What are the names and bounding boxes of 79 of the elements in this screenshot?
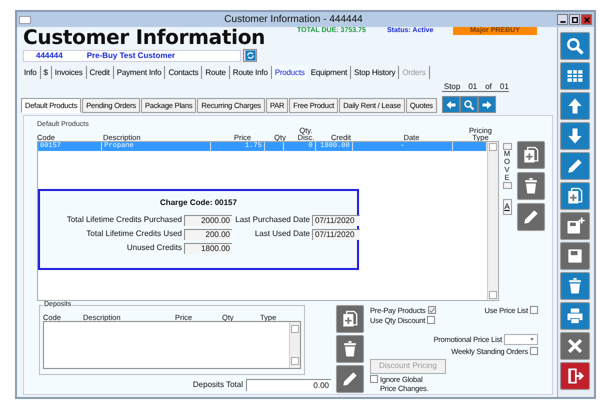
total-field[interactable]: 0.00: [246, 379, 331, 391]
value-field[interactable]: 07/11/2020: [312, 214, 360, 226]
edit-button[interactable]: [517, 203, 545, 231]
field-label: Last Purchased Date: [234, 215, 310, 225]
scrollbar[interactable]: [289, 322, 300, 368]
grid-button[interactable]: [560, 62, 590, 90]
field-label: Unused Credits: [126, 243, 182, 253]
tab[interactable]: $: [40, 66, 52, 79]
window-title: Customer Information - 444444: [223, 14, 364, 26]
checkbox[interactable]: [530, 306, 538, 314]
next-button[interactable]: [478, 96, 496, 113]
stop-label: Stop: [444, 83, 460, 91]
tab[interactable]: Stop History: [351, 66, 400, 79]
close-icon: [582, 16, 590, 24]
tab[interactable]: Products: [272, 65, 308, 80]
add-button[interactable]: [517, 141, 545, 169]
right-arrow-icon: [480, 98, 493, 110]
value-field[interactable]: 2000.00: [184, 214, 232, 226]
value-field[interactable]: 1800.00: [184, 242, 232, 254]
tab[interactable]: Route: [202, 66, 230, 79]
save-button[interactable]: [560, 242, 590, 270]
customer-name: Pre-Buy Test Customer: [86, 50, 176, 60]
close-icon: [565, 336, 585, 356]
of-label: of: [485, 83, 492, 91]
customer-field[interactable]: 444444 Pre-Buy Test Customer: [23, 50, 241, 62]
previous-button[interactable]: [442, 96, 460, 113]
search-icon: [565, 36, 585, 56]
value-field[interactable]: 200.00: [184, 228, 232, 240]
refresh-button[interactable]: [243, 49, 257, 62]
tab[interactable]: Info: [21, 66, 41, 79]
checkbox[interactable]: [427, 316, 436, 324]
checkbox[interactable]: [428, 306, 436, 314]
close-button[interactable]: [581, 14, 592, 25]
add-button[interactable]: [560, 182, 590, 210]
search-button[interactable]: [460, 96, 478, 113]
cancel-button[interactable]: [560, 332, 590, 360]
tab[interactable]: Credit: [86, 66, 114, 79]
search-icon: [462, 98, 475, 110]
field-label: Total Lifetime Credits Used: [85, 229, 182, 239]
value-field[interactable]: 07/11/2020: [312, 228, 360, 240]
refresh-icon: [244, 50, 256, 61]
tab[interactable]: Equipment: [308, 66, 352, 79]
save-new-button[interactable]: [560, 212, 590, 240]
dropdown[interactable]: [504, 334, 538, 344]
scrollbar[interactable]: [487, 142, 498, 300]
edit-button[interactable]: [336, 365, 364, 393]
stop-total: 01: [500, 83, 509, 91]
checkbox[interactable]: [370, 375, 378, 383]
move-up-button[interactable]: [560, 92, 590, 120]
delete-button[interactable]: [560, 272, 590, 300]
edit-button[interactable]: [560, 152, 590, 180]
field-label: Total Lifetime Credits Purchased: [66, 215, 182, 225]
app-logo-icon: [19, 16, 31, 24]
minimize-button[interactable]: [557, 14, 568, 25]
total-label: Deposits Total: [192, 380, 243, 390]
maximize-icon: [570, 16, 578, 24]
sort-button[interactable]: A: [502, 199, 512, 215]
exit-button[interactable]: [560, 362, 590, 390]
checkbox[interactable]: [530, 347, 538, 355]
add-button[interactable]: [336, 305, 364, 333]
print-button[interactable]: [560, 302, 590, 330]
tab[interactable]: Invoices: [52, 66, 87, 79]
maximize-button[interactable]: [569, 14, 580, 25]
field-label: Last Used Date: [254, 229, 310, 239]
save-plus-icon: [565, 216, 585, 236]
tab[interactable]: Payment Info: [114, 66, 166, 79]
charge-code-title: Charge Code: 00157: [159, 198, 238, 208]
move-down-button[interactable]: [502, 182, 512, 189]
printer-icon: [565, 306, 585, 326]
move-down-button[interactable]: [560, 122, 590, 150]
stop-number: 01: [468, 83, 478, 91]
search-button[interactable]: [560, 32, 590, 60]
move-up-button[interactable]: [502, 143, 512, 150]
left-arrow-icon: [444, 98, 457, 110]
page-title: Customer Information: [22, 27, 266, 48]
delete-button[interactable]: [336, 335, 364, 363]
delete-button[interactable]: [517, 172, 545, 200]
tab[interactable]: Contacts: [165, 66, 202, 79]
customer-number: 444444: [36, 50, 63, 60]
